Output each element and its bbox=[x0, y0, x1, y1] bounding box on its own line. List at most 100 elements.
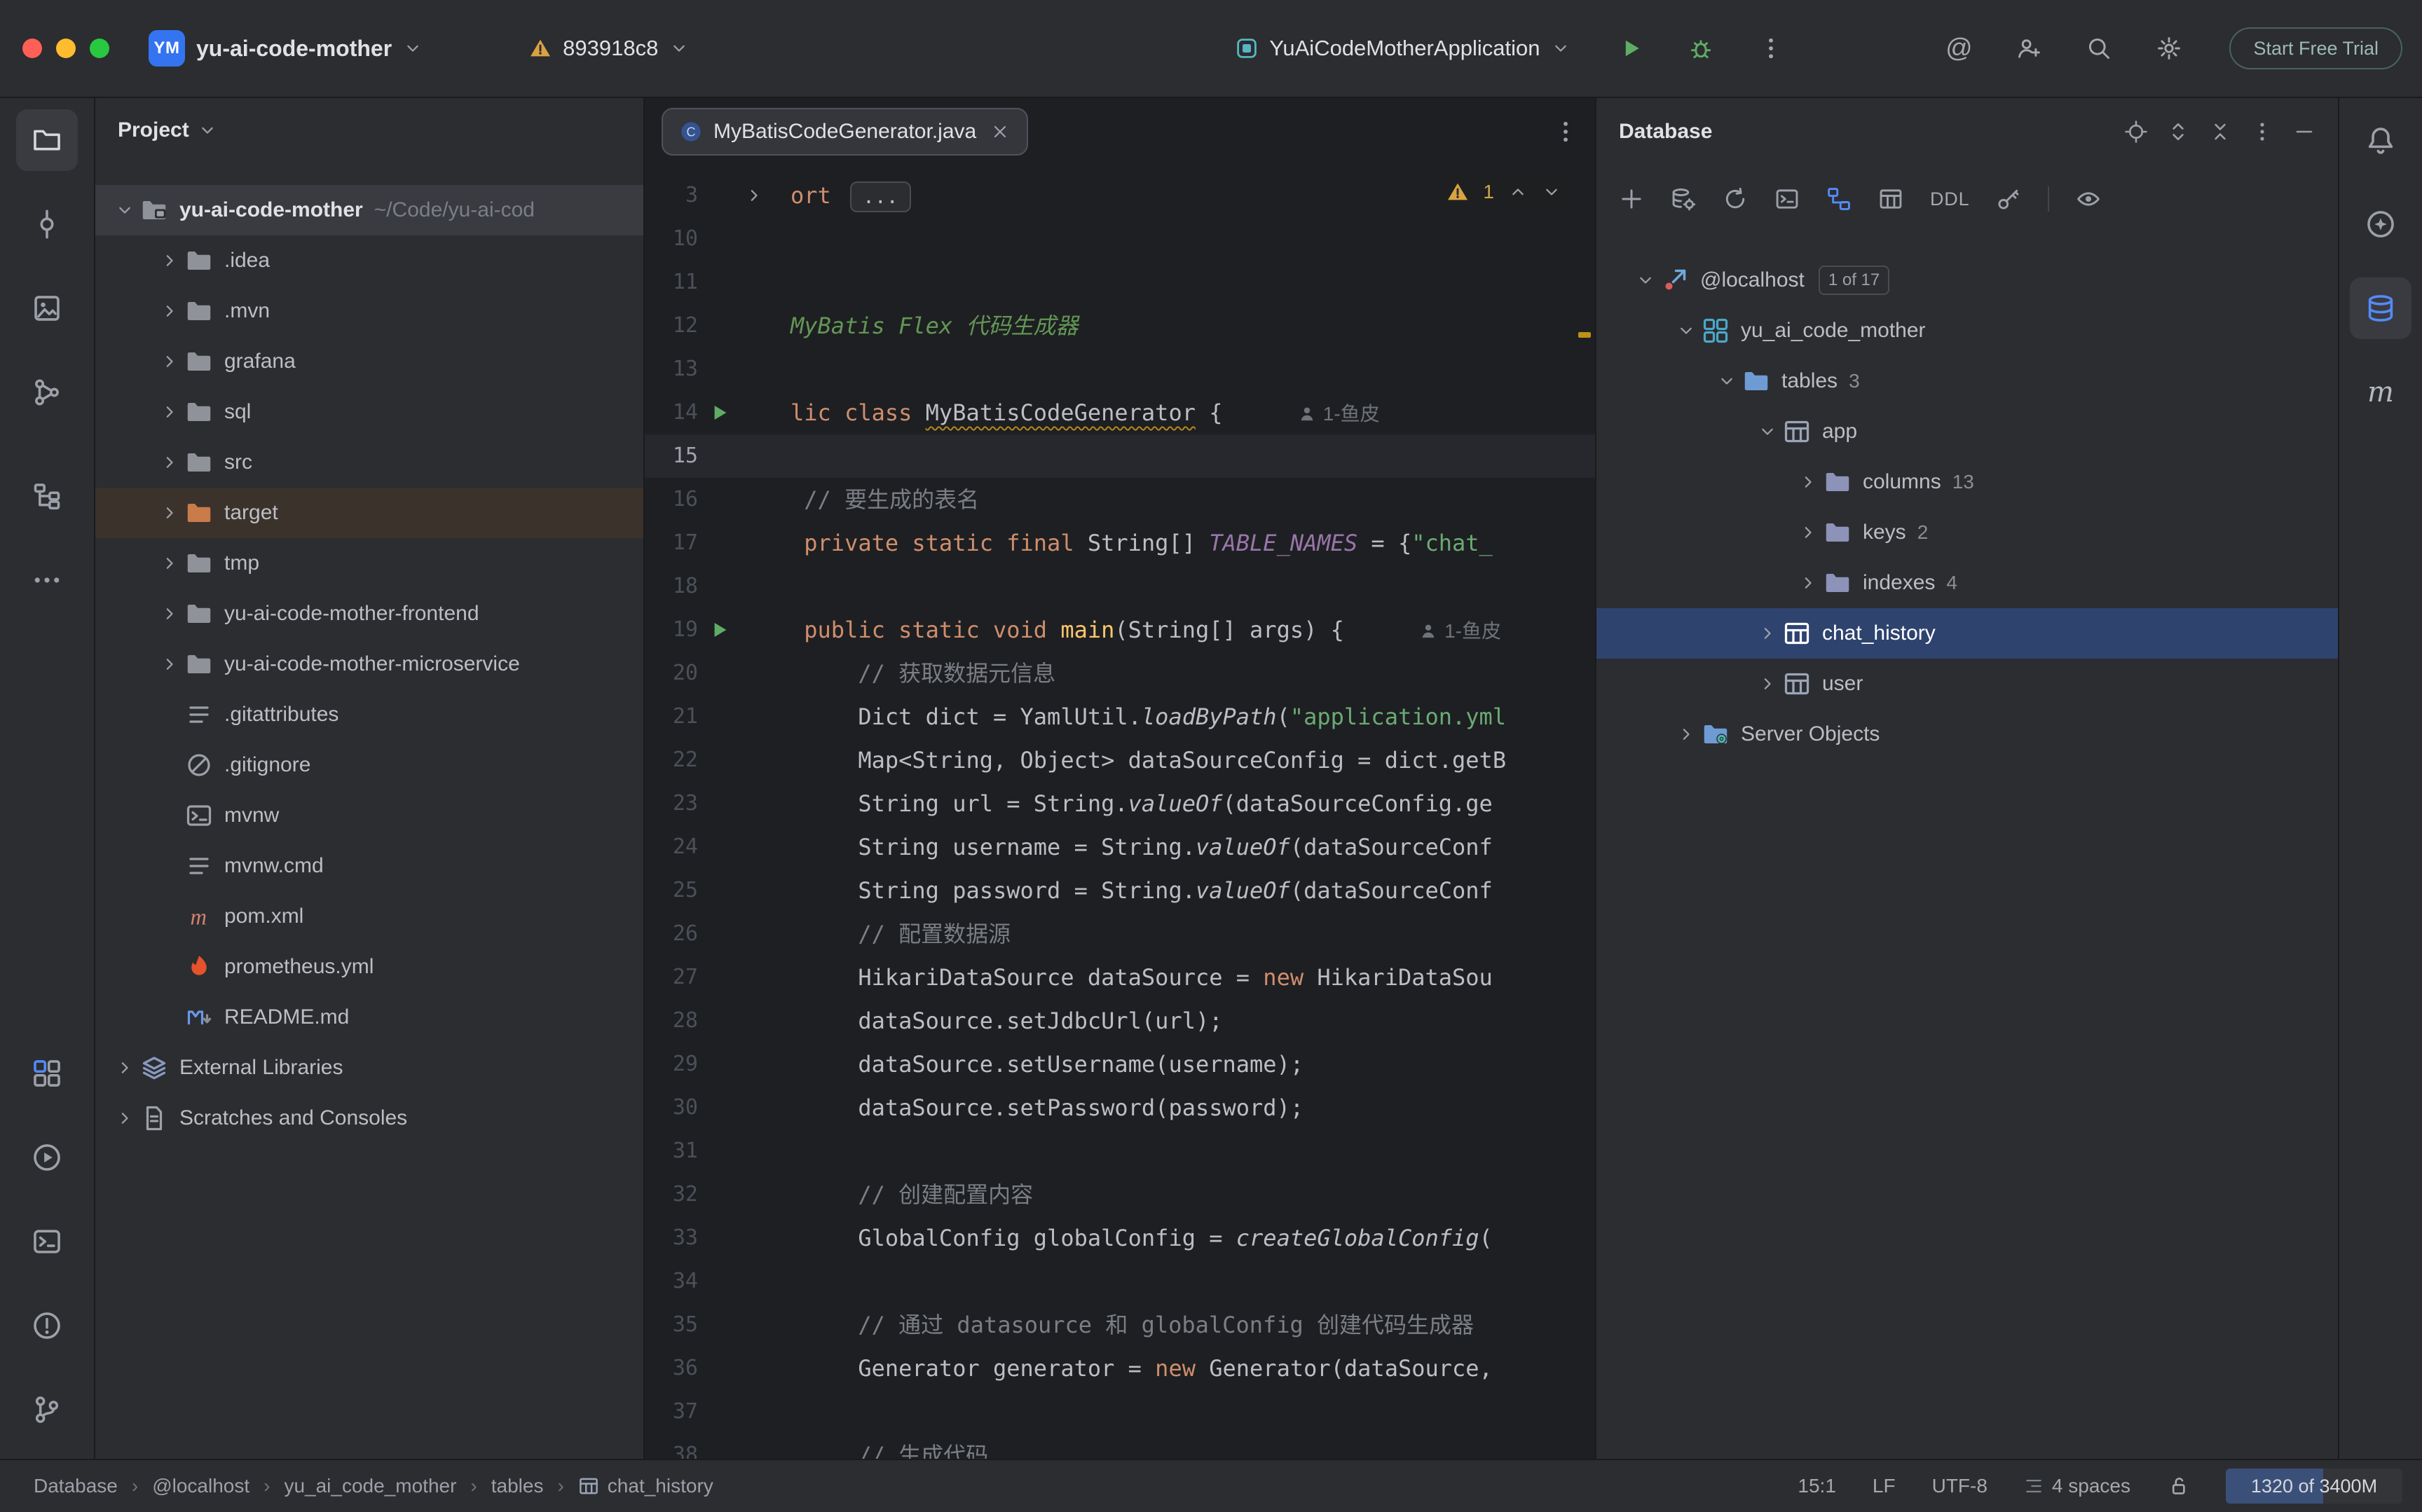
code-line-25[interactable]: 25 String password = String.valueOf(data… bbox=[645, 869, 1595, 912]
project-tree-item-tmp[interactable]: tmp bbox=[95, 538, 643, 589]
project-tree-item-mvnw[interactable]: mvnw bbox=[95, 790, 643, 841]
tool-vcs-graph-button[interactable] bbox=[16, 362, 78, 423]
project-tree-item-gitignore[interactable]: .gitignore bbox=[95, 740, 643, 790]
db-tree-item-server-objects[interactable]: Server Objects bbox=[1596, 709, 2338, 760]
panel-options-icon[interactable] bbox=[2251, 121, 2273, 143]
code-line-29[interactable]: 29 dataSource.setUsername(username); bbox=[645, 1043, 1595, 1086]
tool-commit-button[interactable] bbox=[16, 193, 78, 255]
prev-problem-icon[interactable] bbox=[1508, 182, 1528, 202]
project-tree-item-target[interactable]: target bbox=[95, 488, 643, 538]
tool-version-control-button[interactable] bbox=[16, 1379, 78, 1441]
code-line-14[interactable]: 14lic class MyBatisCodeGenerator { 1-鱼皮 bbox=[645, 391, 1595, 434]
project-tree-item-idea[interactable]: .idea bbox=[95, 235, 643, 286]
db-tree-item-yu-ai-code-mother[interactable]: yu_ai_code_mother bbox=[1596, 305, 2338, 356]
chevron-right-icon[interactable] bbox=[154, 654, 185, 674]
chevron-right-icon[interactable] bbox=[1671, 724, 1702, 744]
lock-widget[interactable] bbox=[2167, 1475, 2189, 1497]
code-line-26[interactable]: 26 // 配置数据源 bbox=[645, 912, 1595, 956]
project-tree-item-scratches-and-consoles[interactable]: Scratches and Consoles bbox=[95, 1093, 643, 1143]
data-source-properties-icon[interactable] bbox=[1671, 186, 1696, 212]
memory-indicator[interactable]: 1320 of 3400M bbox=[2226, 1469, 2402, 1504]
code-line-22[interactable]: 22 Map<String, Object> dataSourceConfig … bbox=[645, 738, 1595, 782]
maven-tool-button[interactable]: m bbox=[2350, 362, 2411, 423]
project-tree-item-pom-xml[interactable]: mpom.xml bbox=[95, 891, 643, 942]
debug-button[interactable] bbox=[1677, 25, 1725, 72]
tool-more-button[interactable] bbox=[16, 549, 78, 611]
code-line-15[interactable]: 15 bbox=[645, 434, 1595, 478]
db-tree-item-localhost[interactable]: @localhost1 of 17 bbox=[1596, 255, 2338, 305]
minimize-window-button[interactable] bbox=[56, 39, 76, 58]
code-line-36[interactable]: 36 Generator generator = new Generator(d… bbox=[645, 1347, 1595, 1390]
tool-run-button[interactable] bbox=[16, 1127, 78, 1188]
query-console-icon[interactable] bbox=[1774, 186, 1800, 212]
start-free-trial-button[interactable]: Start Free Trial bbox=[2229, 27, 2402, 69]
refresh-icon[interactable] bbox=[1723, 186, 1748, 212]
breadcrumb-item-chat-history[interactable]: chat_history bbox=[578, 1475, 713, 1497]
code-line-21[interactable]: 21 Dict dict = YamlUtil.loadByPath("appl… bbox=[645, 695, 1595, 738]
expand-all-icon[interactable] bbox=[2167, 121, 2189, 143]
ai-assistant-button[interactable] bbox=[2350, 193, 2411, 255]
ddl-button[interactable]: DDL bbox=[1930, 188, 1969, 210]
run-configuration-selector[interactable]: YuAiCodeMotherApplication bbox=[1222, 27, 1585, 69]
chevron-right-icon[interactable] bbox=[1752, 674, 1783, 694]
chevron-down-icon[interactable] bbox=[1630, 270, 1661, 290]
select-opened-element-icon[interactable] bbox=[2125, 121, 2147, 143]
collapse-all-icon[interactable] bbox=[2209, 121, 2231, 143]
warning-stripe-mark[interactable] bbox=[1578, 332, 1591, 338]
chevron-right-icon[interactable] bbox=[154, 453, 185, 472]
chevron-right-icon[interactable] bbox=[154, 402, 185, 422]
code-line-37[interactable]: 37 bbox=[645, 1390, 1595, 1434]
code-line-13[interactable]: 13 bbox=[645, 348, 1595, 391]
db-tree-item-tables[interactable]: tables3 bbox=[1596, 356, 2338, 406]
db-tree-item-app[interactable]: app bbox=[1596, 406, 2338, 457]
eye-icon[interactable] bbox=[2076, 186, 2101, 212]
code-author-annotation[interactable]: 1-鱼皮 bbox=[1298, 392, 1380, 436]
db-tree-item-user[interactable]: user bbox=[1596, 659, 2338, 709]
close-window-button[interactable] bbox=[22, 39, 42, 58]
chevron-right-icon[interactable] bbox=[1793, 472, 1824, 492]
db-tree-item-columns[interactable]: columns13 bbox=[1596, 457, 2338, 507]
code-line-30[interactable]: 30 dataSource.setPassword(password); bbox=[645, 1086, 1595, 1129]
code-with-me-button[interactable] bbox=[2005, 25, 2053, 72]
project-tree-item-yu-ai-code-mother-microservice[interactable]: yu-ai-code-mother-microservice bbox=[95, 639, 643, 689]
code-line-18[interactable]: 18 bbox=[645, 565, 1595, 608]
next-problem-icon[interactable] bbox=[1542, 182, 1561, 202]
breadcrumb-item-tables[interactable]: tables bbox=[491, 1475, 544, 1497]
db-tree-item-indexes[interactable]: indexes4 bbox=[1596, 558, 2338, 608]
chevron-down-icon[interactable] bbox=[109, 200, 140, 220]
close-tab-icon[interactable] bbox=[990, 122, 1010, 142]
code-line-27[interactable]: 27 HikariDataSource dataSource = new Hik… bbox=[645, 956, 1595, 999]
chevron-right-icon[interactable] bbox=[154, 352, 185, 371]
code-line-33[interactable]: 33 GlobalConfig globalConfig = createGlo… bbox=[645, 1216, 1595, 1260]
code-line-19[interactable]: 19 public static void main(String[] args… bbox=[645, 608, 1595, 652]
hide-panel-icon[interactable] bbox=[2293, 121, 2315, 143]
db-tree-item-chat-history[interactable]: chat_history bbox=[1596, 608, 2338, 659]
code-line-20[interactable]: 20 // 获取数据元信息 bbox=[645, 652, 1595, 695]
chevron-right-icon[interactable] bbox=[154, 251, 185, 270]
tool-problems-button[interactable] bbox=[16, 1295, 78, 1356]
code-line-11[interactable]: 11 bbox=[645, 261, 1595, 304]
code-line-24[interactable]: 24 String username = String.valueOf(data… bbox=[645, 825, 1595, 869]
project-tree-item-yu-ai-code-mother[interactable]: yu-ai-code-mother~/Code/yu-ai-cod bbox=[95, 185, 643, 235]
code-line-28[interactable]: 28 dataSource.setJdbcUrl(url); bbox=[645, 999, 1595, 1043]
project-widget[interactable]: YM yu-ai-code-mother bbox=[135, 22, 437, 75]
project-tree-item-grafana[interactable]: grafana bbox=[95, 336, 643, 387]
code-line-10[interactable]: 10 bbox=[645, 217, 1595, 261]
project-tree-item-prometheus-yml[interactable]: prometheus.yml bbox=[95, 942, 643, 992]
indent-widget[interactable]: 4 spaces bbox=[2024, 1475, 2130, 1497]
diagram-icon[interactable] bbox=[1826, 186, 1852, 212]
db-tree-item-keys[interactable]: keys2 bbox=[1596, 507, 2338, 558]
project-tree-item-readme-md[interactable]: README.md bbox=[95, 992, 643, 1043]
encoding-widget[interactable]: UTF-8 bbox=[1932, 1475, 1987, 1497]
notifications-button[interactable] bbox=[2350, 109, 2411, 171]
code-line-31[interactable]: 31 bbox=[645, 1129, 1595, 1173]
breadcrumb-item-localhost[interactable]: @localhost bbox=[152, 1475, 249, 1497]
editor-tab-active[interactable]: C MyBatisCodeGenerator.java bbox=[662, 108, 1028, 156]
code-line-38[interactable]: 38 // 生成代码 bbox=[645, 1434, 1595, 1459]
code-line-12[interactable]: 12MyBatis Flex 代码生成器 bbox=[645, 304, 1595, 348]
chevron-right-icon[interactable] bbox=[1793, 573, 1824, 593]
run-button[interactable] bbox=[1607, 25, 1655, 72]
project-tree-item-yu-ai-code-mother-frontend[interactable]: yu-ai-code-mother-frontend bbox=[95, 589, 643, 639]
run-gutter-icon[interactable] bbox=[698, 391, 740, 434]
project-panel-header[interactable]: Project bbox=[95, 98, 643, 163]
